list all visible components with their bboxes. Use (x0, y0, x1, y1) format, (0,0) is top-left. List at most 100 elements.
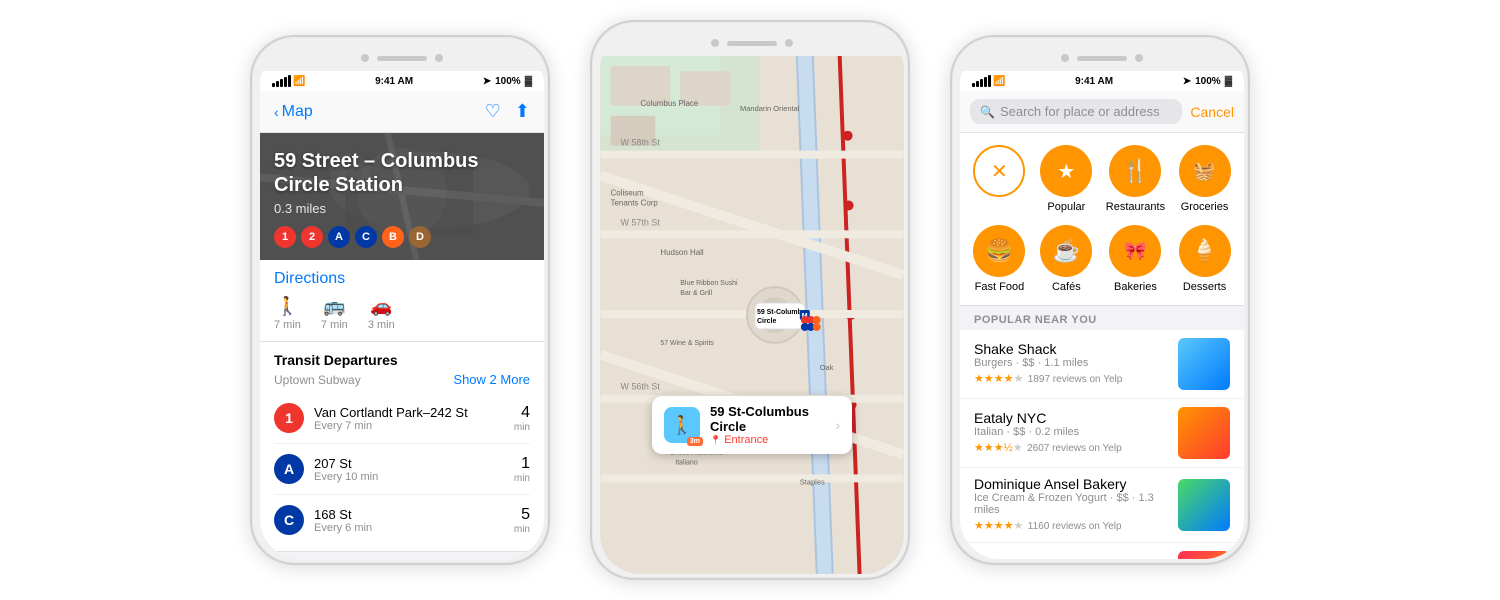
nearby-text-dominique: Dominique Ansel Bakery Ice Cream & Froze… (974, 476, 1168, 534)
category-label-bakeries: Bakeries (1114, 281, 1157, 293)
callout-text: 59 St-Columbus Circle 📍 Entrance (710, 404, 825, 446)
signal-bar (280, 79, 283, 87)
search-icon: 🔍 (980, 105, 995, 119)
transit-dest-1: Van Cortlandt Park–242 St (314, 405, 504, 420)
svg-text:Columbus Place: Columbus Place (640, 99, 698, 108)
search-bar-row: 🔍 Search for place or address Cancel (960, 91, 1244, 133)
transit-title: Transit Departures (274, 352, 398, 368)
directions-title[interactable]: Directions (274, 270, 530, 288)
category-circle-fastfood: 🍔 (973, 225, 1025, 277)
category-desserts[interactable]: 🍦 Desserts (1177, 225, 1232, 293)
train-badge-large-C: C (274, 505, 304, 535)
search-cancel-button[interactable]: Cancel (1190, 104, 1234, 120)
signal-bar (988, 75, 991, 87)
category-label-fastfood: Fast Food (975, 281, 1025, 293)
category-label-popular: Popular (1047, 201, 1085, 213)
svg-text:Coliseum: Coliseum (611, 188, 645, 197)
category-groceries[interactable]: 🧺 Groceries (1177, 145, 1232, 213)
station-header: 59 Street – Columbus Circle Station 0.3 … (260, 133, 544, 260)
nearby-thumb-shakeshack (1178, 338, 1230, 390)
signal-bar (972, 83, 975, 87)
callout-name: 59 St-Columbus Circle (710, 404, 825, 434)
category-circle-clear: ✕ (973, 145, 1025, 197)
status-left-3: 📶 (972, 75, 1005, 87)
category-circle-desserts: 🍦 (1179, 225, 1231, 277)
status-right-1: ➤ 100% ▓ (483, 76, 532, 87)
category-bakeries[interactable]: 🎀 Bakeries (1106, 225, 1165, 293)
category-clear[interactable]: ✕ (972, 145, 1027, 213)
nearby-list: Shake Shack Burgers · $$ · 1.1 miles ★★★… (960, 330, 1244, 559)
status-bar-1: 📶 9:41 AM ➤ 100% ▓ (260, 71, 544, 91)
category-popular[interactable]: ★ Popular (1039, 145, 1094, 213)
drive-time: 3 min (368, 319, 395, 331)
car-icon: 🚗 (370, 296, 392, 317)
nav-back-button[interactable]: ‹ Map (274, 103, 313, 121)
train-badge-large-1: 1 (274, 403, 304, 433)
svg-text:Bar & Grill: Bar & Grill (680, 290, 712, 297)
battery-3: 100% (1195, 76, 1221, 87)
nearby-stars-eataly: ★★★ (974, 442, 1004, 454)
map-callout[interactable]: 🚶 3m 59 St-Columbus Circle 📍 Entrance › (652, 396, 852, 454)
transit-section: Transit Departures Uptown Subway Show 2 … (260, 342, 544, 552)
nearby-item-eataly[interactable]: Eataly NYC Italian · $$ · 0.2 miles ★★★½… (960, 399, 1244, 468)
phone-transit: 📶 9:41 AM ➤ 100% ▓ ‹ Map (250, 35, 550, 565)
svg-text:Staples: Staples (800, 477, 825, 486)
phone2-screen[interactable]: W 58th St W 57th St W 56th St Columbus P… (600, 56, 904, 574)
nearby-rating-eataly: ★★★½★ 2607 reviews on Yelp (974, 438, 1168, 456)
svg-text:W 58th St: W 58th St (621, 138, 661, 148)
transit-info-3: 168 St Every 6 min (314, 507, 504, 534)
status-time-3: 9:41 AM (1075, 76, 1113, 87)
category-cafes[interactable]: ☕ Cafés (1039, 225, 1094, 293)
status-bar-3: 📶 9:41 AM ➤ 100% ▓ (960, 71, 1244, 91)
svg-text:W 56th St: W 56th St (621, 382, 661, 392)
walk-icon: 🚶 (276, 296, 298, 317)
show-more-button[interactable]: Show 2 More (453, 372, 530, 387)
nearby-item-wholefoods[interactable]: Whole Foods Market (960, 543, 1244, 559)
svg-text:Hudson Hall: Hudson Hall (660, 248, 704, 257)
nearby-item-shakeshack[interactable]: Shake Shack Burgers · $$ · 1.1 miles ★★★… (960, 330, 1244, 399)
direction-transit[interactable]: 🚌 7 min (321, 296, 348, 331)
nearby-name-dominique: Dominique Ansel Bakery (974, 476, 1168, 492)
nearby-detail-eataly: Italian · $$ · 0.2 miles (974, 426, 1168, 438)
camera-dot-2 (435, 54, 443, 62)
heart-icon[interactable]: ♡ (485, 101, 501, 122)
nav-bar-1: ‹ Map ♡ ⬆ (260, 91, 544, 133)
direction-walk[interactable]: 🚶 7 min (274, 296, 301, 331)
phone-top-bar-3 (960, 45, 1244, 71)
category-fastfood[interactable]: 🍔 Fast Food (972, 225, 1027, 293)
location-icon-3: ➤ (1183, 76, 1191, 87)
category-label-groceries: Groceries (1181, 201, 1229, 213)
battery-icon-3: ▓ (1225, 76, 1232, 87)
directions-modes: 🚶 7 min 🚌 7 min 🚗 3 min (274, 296, 530, 331)
train-badge-1: 1 (274, 226, 296, 248)
transit-mins-label-1: min (514, 422, 530, 433)
nearby-thumb-eataly (1178, 407, 1230, 459)
nearby-item-dominique[interactable]: Dominique Ansel Bakery Ice Cream & Froze… (960, 468, 1244, 543)
signal-bars-1 (272, 75, 291, 87)
train-badges: 1 2 A C B D (274, 226, 530, 248)
svg-text:57 Wine & Spirits: 57 Wine & Spirits (660, 340, 714, 347)
camera-dot-1 (361, 54, 369, 62)
camera-dot-3 (711, 39, 719, 47)
train-badge-A: A (328, 226, 350, 248)
camera-dot-5 (1061, 54, 1069, 62)
signal-bar (288, 75, 291, 87)
chevron-left-icon: ‹ (274, 104, 279, 120)
nearby-detail-dominique: Ice Cream & Frozen Yogurt · $$ · 1.3 mil… (974, 492, 1168, 516)
search-input-wrap[interactable]: 🔍 Search for place or address (970, 99, 1182, 124)
nearby-thumb-wholefoods (1178, 551, 1230, 559)
phone3-screen: 📶 9:41 AM ➤ 100% ▓ 🔍 Search for place or… (960, 71, 1244, 559)
speaker-bar-1 (377, 56, 427, 61)
nearby-stars-shakeshack: ★★★★ (974, 373, 1013, 385)
category-restaurants[interactable]: 🍴 Restaurants (1106, 145, 1165, 213)
map-background[interactable]: W 58th St W 57th St W 56th St Columbus P… (600, 56, 904, 574)
phone-search: 📶 9:41 AM ➤ 100% ▓ 🔍 Search for place or… (950, 35, 1250, 565)
svg-text:Circle: Circle (757, 318, 776, 325)
transit-mins-label-3: min (514, 524, 530, 535)
direction-drive[interactable]: 🚗 3 min (368, 296, 395, 331)
share-icon[interactable]: ⬆ (515, 101, 530, 122)
train-badge-D: D (409, 226, 431, 248)
walk-time: 7 min (274, 319, 301, 331)
svg-text:W 57th St: W 57th St (621, 217, 661, 227)
callout-distance: 3m (687, 437, 703, 446)
